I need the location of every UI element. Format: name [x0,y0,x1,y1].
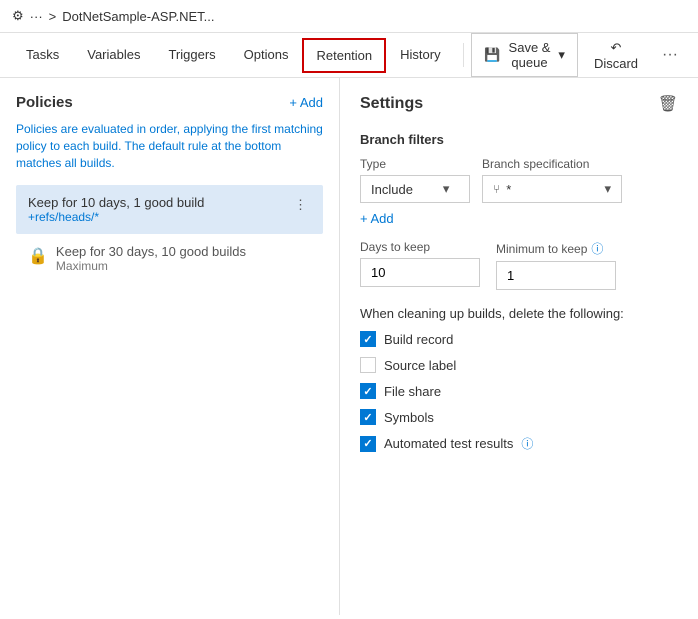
nav-actions: 💾 Save & queue ▾ ↶ Discard ··· [471,33,686,77]
type-dropdown[interactable]: Include ▾ [360,175,470,203]
policy-item-2[interactable]: 🔒 Keep for 30 days, 10 good builds Maxim… [16,234,323,283]
automated-test-label: Automated test results [384,436,513,451]
save-dropdown-arrow[interactable]: ▾ [558,47,565,63]
nav-divider [463,43,464,67]
branch-spec-dropdown[interactable]: ⑂ * ▾ [482,175,622,203]
symbols-checkbox[interactable]: ✓ [360,409,376,425]
policy-info-1: Keep for 10 days, 1 good build +refs/hea… [28,195,204,224]
tab-triggers[interactable]: Triggers [154,37,229,74]
policies-title: Policies [16,94,73,111]
checkmark-build-record: ✓ [363,333,372,346]
min-input[interactable] [496,261,616,290]
branch-filters-title: Branch filters [360,132,678,147]
app-icon: ⚙ [12,8,24,24]
settings-title: Settings [360,95,423,113]
header-separator: > [49,9,57,24]
tab-options[interactable]: Options [230,37,303,74]
file-share-checkbox[interactable]: ✓ [360,383,376,399]
min-label: Minimum to keep ⓘ [496,240,616,257]
checkmark-file-share: ✓ [363,385,372,398]
days-input[interactable] [360,258,480,287]
header-title: DotNetSample-ASP.NET... [62,9,214,24]
checkbox-file-share: ✓ File share [360,383,678,399]
policies-header: Policies + Add [16,94,323,111]
discard-label: Discard [594,56,638,71]
policies-description: Policies are evaluated in order, applyin… [16,121,323,171]
branch-value: * [506,182,511,197]
checkbox-automated-test: ✓ Automated test results ⓘ [360,435,678,452]
policy-sub-1: +refs/heads/* [28,210,204,224]
tab-tasks[interactable]: Tasks [12,37,73,74]
main-content: Policies + Add Policies are evaluated in… [0,78,698,615]
cleanup-section: When cleaning up builds, delete the foll… [360,306,678,452]
delete-button[interactable]: 🗑 [658,94,678,114]
checkmark-symbols: ✓ [363,411,372,424]
settings-header: Settings 🗑 [360,94,678,114]
save-icon: 💾 [484,47,500,63]
tab-retention[interactable]: Retention [302,38,386,73]
policy-name-2: Keep for 30 days, 10 good builds [56,244,246,259]
policy-item-1[interactable]: Keep for 10 days, 1 good build +refs/hea… [16,185,323,234]
filters-row: Type Include ▾ Branch specification ⑂ * … [360,157,678,203]
more-actions-button[interactable]: ··· [654,40,686,70]
days-label: Days to keep [360,240,480,254]
branch-dropdown-arrow: ▾ [604,181,611,197]
source-label-checkbox[interactable] [360,357,376,373]
nav-tabs: Tasks Variables Triggers Options Retenti… [0,33,698,78]
type-label: Type [360,157,470,171]
save-queue-label: Save & queue [505,40,555,70]
file-share-label: File share [384,384,441,399]
app-header: ⚙ ··· > DotNetSample-ASP.NET... [0,0,698,33]
discard-icon: ↶ [611,40,622,55]
build-record-checkbox[interactable]: ✓ [360,331,376,347]
branch-label: Branch specification [482,157,622,171]
right-panel: Settings 🗑 Branch filters Type Include ▾… [340,78,698,615]
branch-filter-group: Branch specification ⑂ * ▾ [482,157,622,203]
discard-button[interactable]: ↶ Discard [582,34,650,77]
checkbox-build-record: ✓ Build record [360,331,678,347]
build-record-label: Build record [384,332,453,347]
days-to-keep-group: Days to keep [360,240,480,287]
add-policy-button[interactable]: + Add [289,95,323,110]
type-value: Include [371,182,413,197]
type-filter-group: Type Include ▾ [360,157,470,203]
policy-more-1[interactable]: ⋮ [290,195,311,215]
left-panel: Policies + Add Policies are evaluated in… [0,78,340,615]
add-filter-button[interactable]: + Add [360,211,394,226]
symbols-label: Symbols [384,410,434,425]
checkbox-symbols: ✓ Symbols [360,409,678,425]
branch-filters-section: Branch filters Type Include ▾ Branch spe… [360,132,678,226]
lock-icon: 🔒 [28,246,48,266]
checkmark-automated-test: ✓ [363,437,372,450]
policy-info-2: Keep for 30 days, 10 good builds Maximum [56,244,246,273]
cleanup-label: When cleaning up builds, delete the foll… [360,306,678,321]
header-dots[interactable]: ··· [30,9,43,24]
policy-name-1: Keep for 10 days, 1 good build [28,195,204,210]
policy-sub-2: Maximum [56,259,246,273]
tab-history[interactable]: History [386,37,454,74]
type-dropdown-arrow: ▾ [443,181,450,197]
checkbox-source-label: Source label [360,357,678,373]
source-label-text: Source label [384,358,456,373]
fields-row: Days to keep Minimum to keep ⓘ [360,240,678,290]
automated-test-checkbox[interactable]: ✓ [360,436,376,452]
automated-test-info-icon[interactable]: ⓘ [521,435,533,452]
save-queue-button[interactable]: 💾 Save & queue ▾ [471,33,578,77]
tab-variables[interactable]: Variables [73,37,154,74]
branch-icon: ⑂ [493,182,500,196]
min-to-keep-group: Minimum to keep ⓘ [496,240,616,290]
min-info-icon[interactable]: ⓘ [591,240,603,257]
